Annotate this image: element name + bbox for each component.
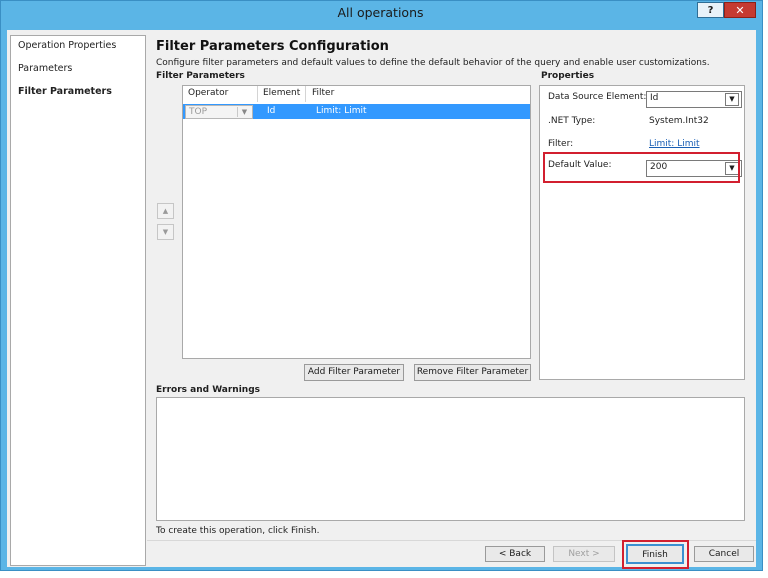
errors-and-warnings-label: Errors and Warnings (156, 385, 261, 395)
remove-filter-parameter-button[interactable]: Remove Filter Parameter (414, 364, 531, 381)
page-title: Filter Parameters Configuration (156, 39, 389, 54)
data-source-element-value: Id (650, 93, 659, 103)
data-source-element-select[interactable]: Id ▼ (646, 91, 742, 108)
finish-highlight (622, 540, 689, 569)
arrow-up-icon: ▲ (162, 207, 169, 215)
footer-note: To create this operation, click Finish. (156, 526, 320, 536)
close-button[interactable]: ✕ (724, 2, 756, 18)
move-down-button[interactable]: ▼ (157, 224, 174, 240)
net-type-label: .NET Type: (548, 116, 596, 126)
column-header-filter: Filter (312, 88, 335, 98)
page-subtitle: Configure filter parameters and default … (156, 58, 710, 68)
operator-value: TOP (189, 107, 208, 117)
help-button[interactable]: ? (697, 2, 724, 18)
properties-panel: Data Source Element: Id ▼ .NET Type: Sys… (539, 85, 745, 380)
arrow-down-icon: ▼ (162, 228, 169, 236)
back-button[interactable]: < Back (485, 546, 545, 562)
default-value-highlight (543, 152, 740, 183)
properties-label: Properties (541, 71, 595, 81)
data-source-element-label: Data Source Element: (548, 92, 647, 102)
window-title: All operations (337, 5, 424, 20)
chevron-down-icon: ▼ (237, 107, 251, 117)
wizard-nav: Operation Properties Parameters Filter P… (10, 35, 146, 566)
filter-cell: Limit: Limit (316, 106, 367, 116)
filter-parameters-grid: Operator Element Filter TOP ▼ Id Limit: … (182, 85, 531, 359)
filter-link[interactable]: Limit: Limit (649, 139, 700, 149)
element-cell: Id (267, 106, 276, 116)
add-filter-parameter-button[interactable]: Add Filter Parameter (304, 364, 404, 381)
column-header-operator: Operator (188, 88, 229, 98)
cancel-button[interactable]: Cancel (694, 546, 754, 562)
column-header-element: Element (263, 88, 301, 98)
net-type-value: System.Int32 (649, 116, 709, 126)
next-button[interactable]: Next > (553, 546, 615, 562)
move-up-button[interactable]: ▲ (157, 203, 174, 219)
chevron-down-icon: ▼ (725, 93, 739, 106)
filter-label: Filter: (548, 139, 574, 149)
nav-item-operation-properties[interactable]: Operation Properties (18, 40, 116, 51)
filter-parameters-label: Filter Parameters (156, 71, 245, 81)
operator-select[interactable]: TOP ▼ (185, 105, 253, 119)
nav-item-parameters[interactable]: Parameters (18, 63, 72, 74)
nav-item-filter-parameters[interactable]: Filter Parameters (18, 86, 112, 97)
errors-and-warnings-box (156, 397, 745, 521)
